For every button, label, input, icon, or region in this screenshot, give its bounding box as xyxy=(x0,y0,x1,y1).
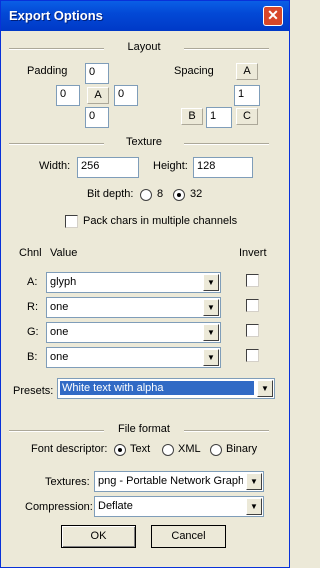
width-field[interactable]: 256 xyxy=(77,157,139,178)
spacing-horizontal-field[interactable]: 1 xyxy=(206,107,232,128)
descriptor-xml-radio[interactable] xyxy=(162,444,174,456)
close-button[interactable]: ✕ xyxy=(263,6,283,26)
compression-select[interactable]: Deflate ▼ xyxy=(94,496,264,517)
channel-r-label: R: xyxy=(27,301,38,313)
value-column-header: Value xyxy=(50,247,78,259)
pack-chars-checkbox[interactable] xyxy=(65,215,78,228)
channel-a-label: A: xyxy=(27,276,38,288)
width-label: Width: xyxy=(39,160,71,172)
chnl-column-header: Chnl xyxy=(19,247,42,259)
channel-b-label: B: xyxy=(27,351,38,363)
cancel-button[interactable]: Cancel xyxy=(151,525,226,548)
separator xyxy=(9,430,104,432)
presets-value: White text with alpha xyxy=(60,381,254,395)
padding-down-field[interactable]: 0 xyxy=(85,107,109,128)
channel-r-value: one xyxy=(50,301,69,313)
descriptor-text-radio[interactable] xyxy=(114,444,126,456)
bit-depth-label: Bit depth: xyxy=(87,188,134,200)
height-label: Height: xyxy=(153,160,188,172)
channel-b-value: one xyxy=(50,351,69,363)
separator xyxy=(9,48,104,50)
presets-label: Presets: xyxy=(13,385,54,397)
separator xyxy=(184,143,269,145)
font-descriptor-label: Font descriptor: xyxy=(31,443,108,455)
chevron-down-icon[interactable]: ▼ xyxy=(203,299,219,316)
chevron-down-icon[interactable]: ▼ xyxy=(203,274,219,291)
title-bar[interactable]: Export Options ✕ xyxy=(1,1,289,31)
window-title: Export Options xyxy=(9,8,103,23)
spacing-c-box: C xyxy=(236,108,258,125)
chevron-down-icon[interactable]: ▼ xyxy=(203,349,219,366)
layout-heading: Layout xyxy=(127,41,161,53)
descriptor-xml-label: XML xyxy=(178,443,201,455)
channel-r-select[interactable]: one ▼ xyxy=(46,297,221,318)
channel-r-invert-checkbox[interactable] xyxy=(246,299,259,312)
spacing-b-box: B xyxy=(181,108,203,125)
channel-a-select[interactable]: glyph ▼ xyxy=(46,272,221,293)
chevron-down-icon[interactable]: ▼ xyxy=(246,473,262,490)
channel-g-select[interactable]: one ▼ xyxy=(46,322,221,343)
spacing-label: Spacing xyxy=(174,65,214,77)
padding-label: Padding xyxy=(27,65,68,77)
pack-chars-label: Pack chars in multiple channels xyxy=(83,215,238,227)
separator xyxy=(9,143,104,145)
chevron-down-icon[interactable]: ▼ xyxy=(257,380,273,397)
channel-g-label: G: xyxy=(27,326,39,338)
padding-center-box: A xyxy=(87,87,109,104)
compression-label: Compression: xyxy=(25,501,93,513)
chevron-down-icon[interactable]: ▼ xyxy=(203,324,219,341)
compression-value: Deflate xyxy=(98,500,133,512)
bit-depth-32-label: 32 xyxy=(190,188,203,200)
descriptor-binary-label: Binary xyxy=(226,443,258,455)
height-field[interactable]: 128 xyxy=(193,157,253,178)
chevron-down-icon[interactable]: ▼ xyxy=(246,498,262,515)
separator xyxy=(184,430,269,432)
descriptor-text-label: Text xyxy=(130,443,151,455)
textures-value: png - Portable Network Graphics xyxy=(98,475,243,487)
invert-column-header: Invert xyxy=(239,247,267,259)
presets-select[interactable]: White text with alpha ▼ xyxy=(57,378,275,399)
textures-select[interactable]: png - Portable Network Graphics ▼ xyxy=(94,471,264,492)
bit-depth-8-label: 8 xyxy=(157,188,164,200)
export-options-dialog: Export Options ✕ Layout Padding 0 0 A 0 … xyxy=(0,0,290,568)
bit-depth-8-radio[interactable] xyxy=(140,189,152,201)
separator xyxy=(184,48,269,50)
texture-heading: Texture xyxy=(125,136,163,148)
ok-button[interactable]: OK xyxy=(61,525,136,548)
channel-a-value: glyph xyxy=(50,276,77,288)
channel-g-invert-checkbox[interactable] xyxy=(246,324,259,337)
spacing-a-box: A xyxy=(236,63,258,80)
padding-up-field[interactable]: 0 xyxy=(85,63,109,84)
padding-right-field[interactable]: 0 xyxy=(114,85,138,106)
channel-b-select[interactable]: one ▼ xyxy=(46,347,221,368)
channel-b-invert-checkbox[interactable] xyxy=(246,349,259,362)
bit-depth-32-radio[interactable] xyxy=(173,189,185,201)
channel-a-invert-checkbox[interactable] xyxy=(246,274,259,287)
padding-left-field[interactable]: 0 xyxy=(56,85,80,106)
file-format-heading: File format xyxy=(118,423,170,435)
spacing-vertical-field[interactable]: 1 xyxy=(234,85,260,106)
descriptor-binary-radio[interactable] xyxy=(210,444,222,456)
channel-g-value: one xyxy=(50,326,69,338)
textures-label: Textures: xyxy=(45,476,90,488)
